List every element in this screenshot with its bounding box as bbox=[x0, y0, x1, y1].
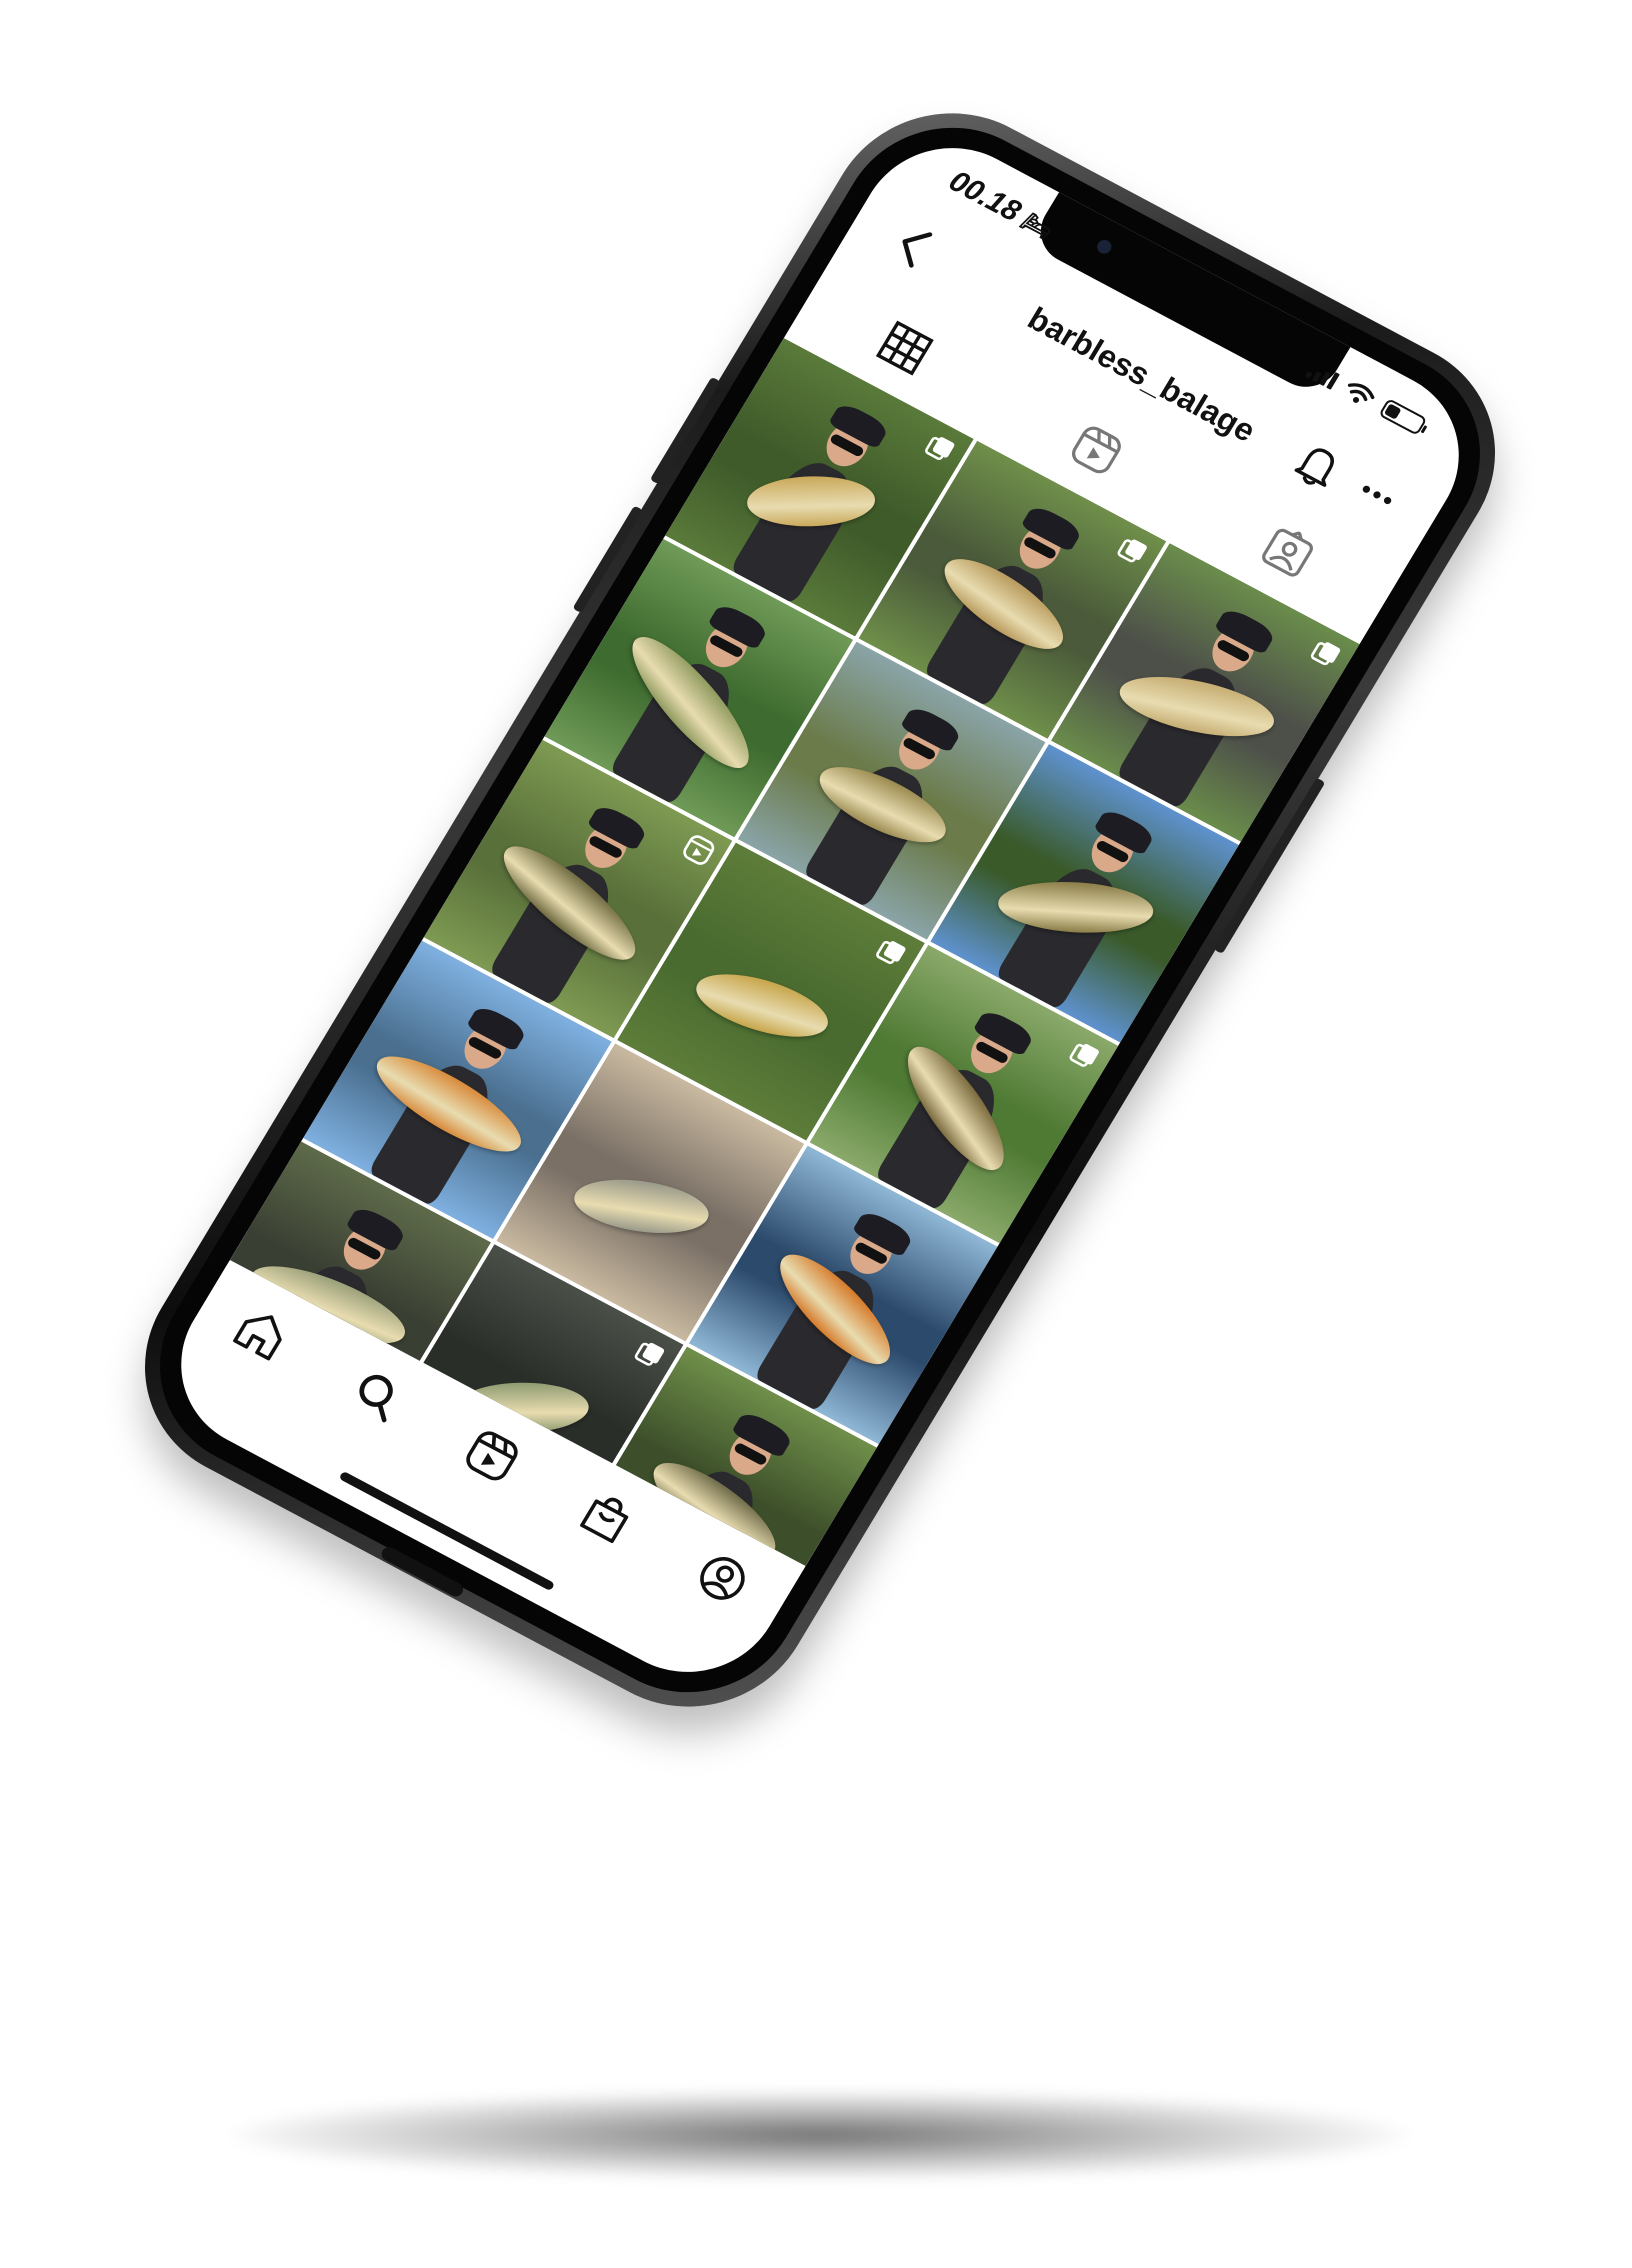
wifi-icon bbox=[1347, 383, 1375, 403]
nav-search[interactable] bbox=[340, 1361, 413, 1432]
reels-icon bbox=[1071, 426, 1121, 474]
search-icon bbox=[359, 1374, 393, 1422]
home-icon bbox=[233, 1314, 283, 1361]
grid-icon bbox=[875, 320, 934, 376]
mockup-stage: 00.18🛏︎ barbless_balage bbox=[0, 0, 1632, 2268]
tagged-person-icon bbox=[1262, 528, 1314, 577]
phone-screen: 00.18🛏︎ barbless_balage bbox=[147, 116, 1493, 1704]
fish bbox=[747, 474, 875, 528]
battery-icon bbox=[1378, 398, 1428, 436]
nav-home[interactable] bbox=[224, 1300, 297, 1371]
profile-icon bbox=[700, 1556, 745, 1600]
reels-icon bbox=[466, 1430, 518, 1480]
status-time-text: 00.18 bbox=[943, 164, 1027, 229]
nav-shop[interactable] bbox=[570, 1483, 643, 1554]
nav-reels[interactable] bbox=[455, 1422, 528, 1493]
nav-profile[interactable] bbox=[685, 1545, 758, 1616]
shopping-bag-icon bbox=[580, 1497, 629, 1543]
front-camera bbox=[1094, 237, 1115, 257]
battery-level bbox=[1383, 403, 1402, 420]
floor-shadow bbox=[230, 2090, 1410, 2180]
phone-device: 00.18🛏︎ barbless_balage bbox=[99, 71, 1541, 1749]
